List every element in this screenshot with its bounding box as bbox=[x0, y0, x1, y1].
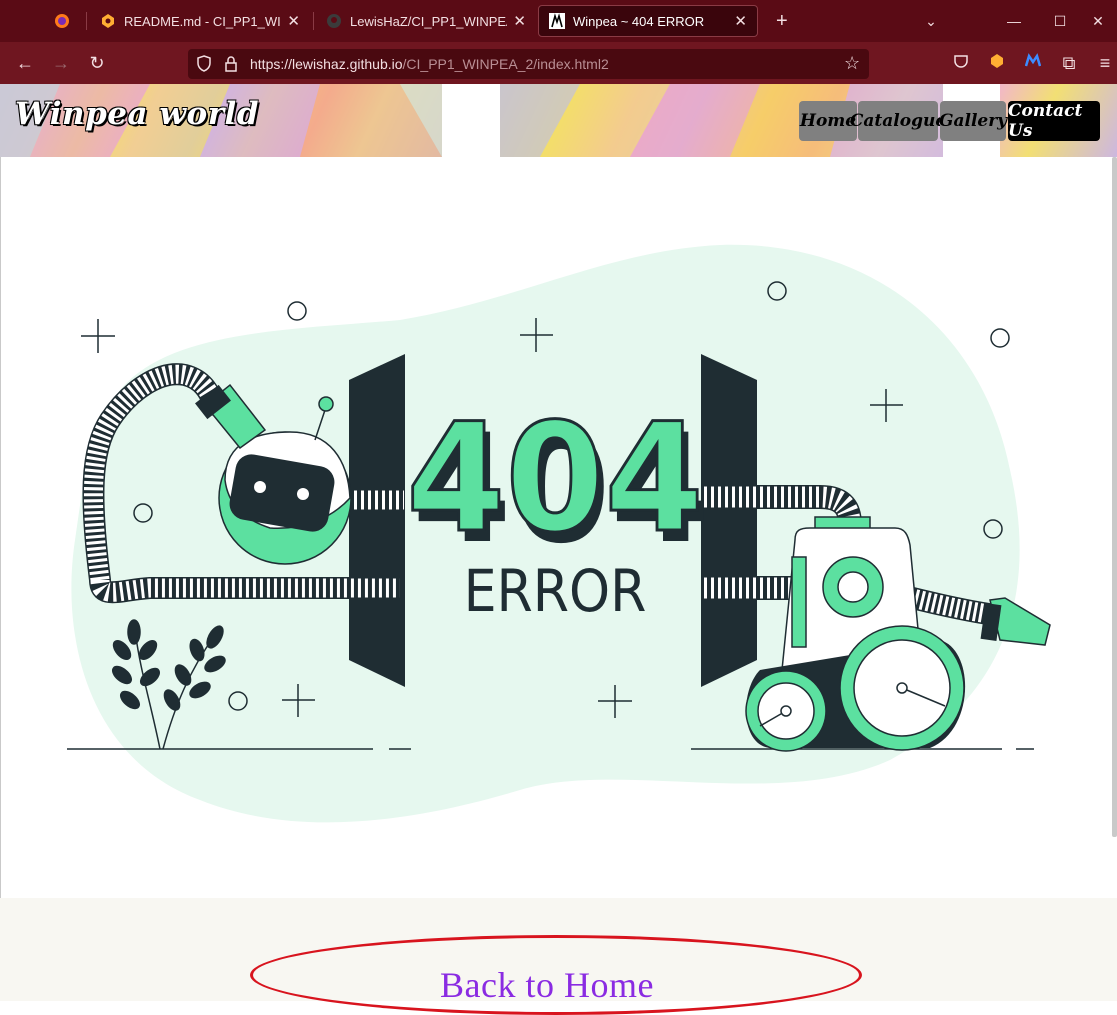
tab-winpea-404[interactable]: Winpea ~ 404 ERROR ✕ bbox=[538, 5, 758, 37]
gitpod-icon bbox=[989, 53, 1005, 74]
bookmark-star-icon[interactable]: ☆ bbox=[844, 53, 860, 74]
scrollbar[interactable] bbox=[1112, 157, 1117, 837]
left-portal bbox=[349, 354, 405, 687]
error-code: 404 bbox=[406, 391, 703, 566]
error-text: ERROR bbox=[464, 558, 647, 625]
back-to-home-link[interactable]: Back to Home bbox=[440, 964, 654, 1006]
arrow-right-icon: → bbox=[52, 52, 70, 73]
nav-gallery[interactable]: Gallery bbox=[939, 101, 1007, 141]
forward-button[interactable]: → bbox=[47, 50, 75, 76]
tab-separator bbox=[313, 12, 314, 30]
tab-separator bbox=[86, 12, 87, 30]
url-bar[interactable]: https://lewishaz.github.io/CI_PP1_WINPEA… bbox=[188, 49, 869, 79]
url-text[interactable]: https://lewishaz.github.io/CI_PP1_WINPEA… bbox=[250, 56, 609, 72]
close-icon[interactable]: ✕ bbox=[513, 12, 526, 30]
plus-icon: + bbox=[776, 9, 788, 32]
arrow-left-icon: ← bbox=[16, 52, 34, 73]
firefox-icon bbox=[54, 13, 70, 29]
close-icon[interactable]: ✕ bbox=[734, 12, 747, 30]
tab-title: Winpea ~ 404 ERROR bbox=[573, 13, 705, 29]
nav-home[interactable]: Home bbox=[799, 101, 857, 141]
page-left-border bbox=[0, 157, 1, 898]
nav-contact-us[interactable]: Contact Us bbox=[1008, 101, 1100, 141]
nav-catalogue[interactable]: Catalogue bbox=[850, 101, 946, 141]
extension-button[interactable] bbox=[1019, 50, 1047, 76]
tab-github[interactable]: LewisHaZ/CI_PP1_WINPEA_2: Pl ✕ bbox=[316, 5, 536, 37]
url-host: https://lewishaz.github.io bbox=[250, 56, 403, 72]
chevron-down-icon: ⌄ bbox=[925, 12, 937, 29]
close-icon[interactable]: ✕ bbox=[287, 12, 300, 30]
pocket-icon bbox=[953, 53, 969, 74]
browser-tab-bar: README.md - CI_PP1_WINPEA_ ✕ LewisHaZ/CI… bbox=[0, 0, 1117, 42]
error-illustration: 404 404 ERROR bbox=[0, 157, 1117, 898]
close-icon: ✕ bbox=[1092, 12, 1104, 29]
tab-title: README.md - CI_PP1_WINPEA_ bbox=[124, 13, 281, 29]
app-menu-button[interactable]: ≡ bbox=[1091, 50, 1117, 76]
pocket-button[interactable] bbox=[947, 50, 975, 76]
site-brand[interactable]: Winpea world bbox=[15, 96, 259, 132]
url-path: /CI_PP1_WINPEA_2/index.html2 bbox=[402, 56, 609, 72]
winpea-icon bbox=[549, 13, 565, 29]
m-logo-icon bbox=[1024, 52, 1042, 74]
reload-button[interactable]: ↻ bbox=[83, 50, 111, 76]
gitpod-icon bbox=[100, 13, 116, 29]
gitpod-extension-button[interactable] bbox=[983, 50, 1011, 76]
github-icon bbox=[326, 13, 342, 29]
close-window-button[interactable]: ✕ bbox=[1075, 0, 1117, 42]
extensions-button[interactable]: ⧉ bbox=[1055, 50, 1083, 76]
puzzle-icon: ⧉ bbox=[1062, 52, 1076, 73]
tab-title: LewisHaZ/CI_PP1_WINPEA_2: Pl bbox=[350, 13, 507, 29]
hamburger-icon: ≡ bbox=[1099, 52, 1111, 73]
shield-icon[interactable] bbox=[196, 55, 212, 78]
site-header: Winpea world Home Catalogue Gallery Cont… bbox=[0, 84, 1117, 157]
back-button[interactable]: ← bbox=[11, 50, 39, 76]
firefox-menu[interactable] bbox=[44, 5, 84, 37]
minimize-button[interactable]: — bbox=[991, 0, 1037, 42]
lock-icon[interactable] bbox=[224, 55, 238, 78]
new-tab-button[interactable]: + bbox=[766, 5, 796, 37]
reload-icon: ↻ bbox=[89, 52, 105, 73]
maximize-icon: ☐ bbox=[1053, 12, 1067, 29]
tab-readme[interactable]: README.md - CI_PP1_WINPEA_ ✕ bbox=[90, 5, 310, 37]
tab-list-button[interactable]: ⌄ bbox=[908, 0, 954, 42]
minimize-icon: — bbox=[1007, 13, 1021, 29]
